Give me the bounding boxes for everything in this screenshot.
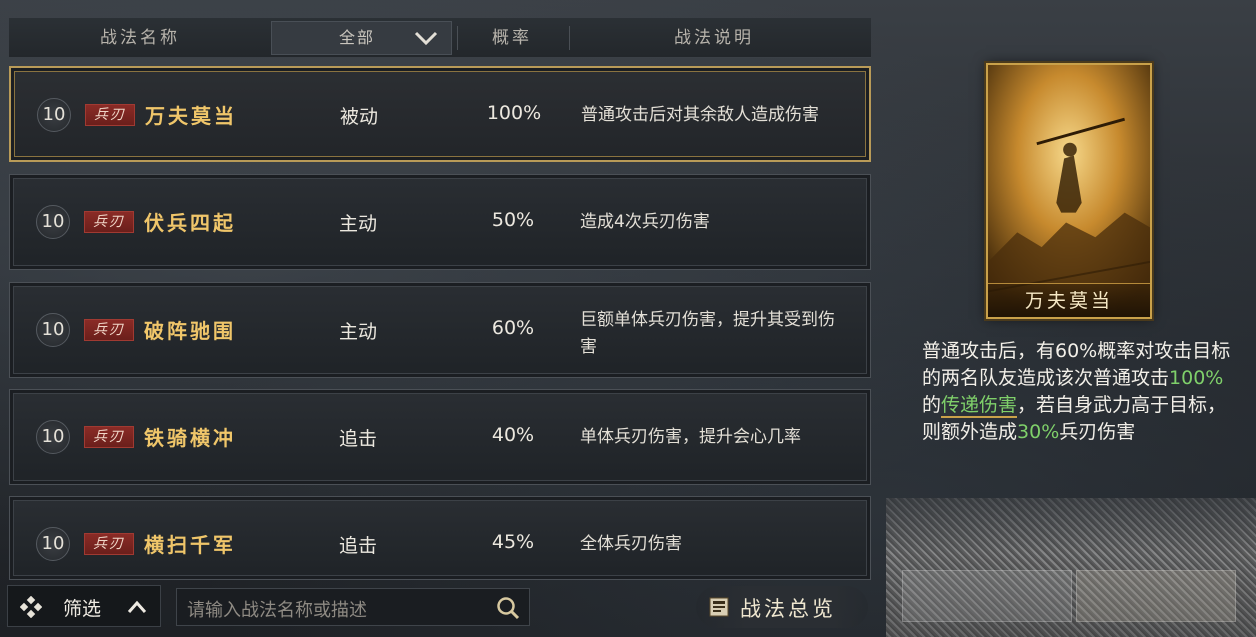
chevron-up-icon [127,600,147,613]
search-placeholder: 请输入战法名称或描述 [187,600,367,621]
skill-type: 追击 [338,428,377,450]
skill-row[interactable]: 10 兵刃 铁骑横冲 追击 40% 单体兵刃伤害，提升会心几率 [9,389,871,485]
skill-level: 10 [36,205,70,239]
skill-rate: 45% [491,531,535,553]
skill-rate: 40% [491,424,535,446]
skill-desc: 单体兵刃伤害，提升会心几率 [580,427,801,447]
skill-card-name: 万夫莫当 [988,283,1150,317]
skill-tag: 兵刃 [85,104,135,126]
detail-keyword-link[interactable]: 传递伤害 [941,394,1018,418]
header-desc: 战法说明 [674,28,754,48]
skill-type: 主动 [338,213,377,235]
skill-rate: 50% [491,209,535,231]
skill-tag: 兵刃 [84,211,134,233]
skill-desc: 巨额单体兵刃伤害，提升其受到伤害 [580,310,835,357]
skill-type: 主动 [338,321,377,343]
skill-desc: 全体兵刃伤害 [580,534,682,554]
skill-card: 万夫莫当 [986,63,1152,319]
skill-type: 被动 [339,106,378,128]
skill-type: 追击 [338,535,377,557]
skill-level: 10 [37,98,71,132]
skill-name: 破阵驰围 [144,319,236,343]
filter-button[interactable]: 筛选 [7,585,161,627]
type-filter-dropdown[interactable]: 全部 [271,21,452,55]
skill-row[interactable]: 10 兵刃 破阵驰围 主动 60% 巨额单体兵刃伤害，提升其受到伤害 [9,282,871,378]
book-icon [709,597,729,617]
skill-detail-description: 普通攻击后，有60%概率对攻击目标的两名队友造成该次普通攻击100%的传递伤害，… [922,338,1232,446]
detail-highlight: 30% [1017,421,1060,443]
filter-label: 筛选 [63,598,102,620]
skill-overview-label: 战法总览 [740,597,836,621]
skill-row[interactable]: 10 兵刃 万夫莫当 被动 100% 普通攻击后对其余敌人造成伤害 [9,66,871,162]
skill-desc: 造成4次兵刃伤害 [580,212,710,232]
filter-diamond-icon [20,596,42,618]
obscured-button[interactable] [902,570,1072,622]
skill-rate: 100% [486,102,542,124]
skill-level: 10 [36,527,70,561]
skill-card-art [988,65,1150,317]
skill-rate: 60% [491,317,535,339]
skill-row[interactable]: 10 兵刃 横扫千军 追击 45% 全体兵刃伤害 [9,496,871,580]
skill-tag: 兵刃 [84,319,134,341]
header-rate: 概率 [492,28,532,48]
detail-text: 兵刃伤害 [1059,421,1136,443]
skill-name: 铁骑横冲 [144,426,236,450]
skill-tag: 兵刃 [84,533,134,555]
skill-level: 10 [36,313,70,347]
skill-row[interactable]: 10 兵刃 伏兵四起 主动 50% 造成4次兵刃伤害 [9,174,871,270]
detail-highlight: 100% [1169,367,1224,389]
skill-overview-button[interactable]: 战法总览 [696,586,868,628]
search-input[interactable]: 请输入战法名称或描述 [176,588,530,626]
skill-level: 10 [36,420,70,454]
skill-name: 伏兵四起 [144,211,236,235]
chevron-down-icon [414,31,438,46]
detail-text: 的 [922,394,942,416]
search-icon[interactable] [495,595,521,621]
header-divider [457,26,458,50]
table-header: 战法名称 全部 概率 战法说明 [9,18,871,58]
header-divider [569,26,570,50]
skill-desc: 普通攻击后对其余敌人造成伤害 [581,105,819,125]
obscured-button[interactable] [1076,570,1236,622]
header-name: 战法名称 [100,28,180,48]
skill-tag: 兵刃 [84,426,134,448]
skill-name: 万夫莫当 [145,104,237,128]
skill-name: 横扫千军 [144,533,236,557]
